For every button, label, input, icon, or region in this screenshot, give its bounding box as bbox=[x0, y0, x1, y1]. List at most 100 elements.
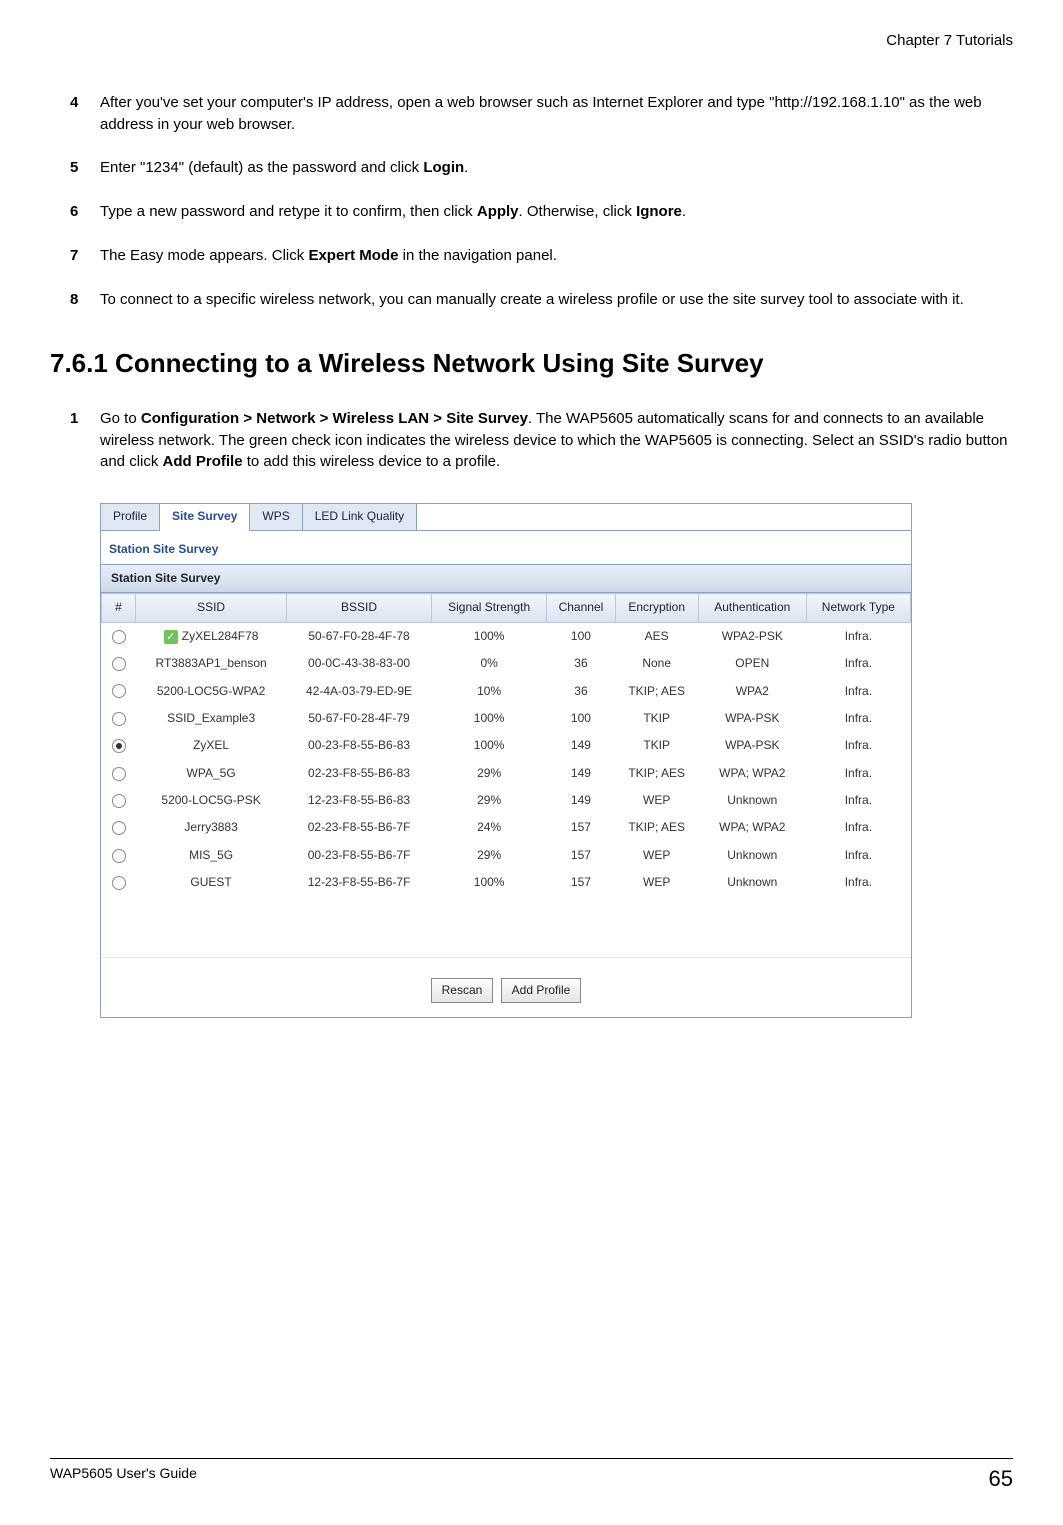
step: 5Enter "1234" (default) as the password … bbox=[50, 157, 1013, 179]
auth-cell: WPA-PSK bbox=[698, 732, 806, 759]
step-number: 8 bbox=[70, 289, 100, 311]
row-radio[interactable] bbox=[112, 821, 126, 835]
column-header: Channel bbox=[547, 594, 615, 622]
bssid-cell: 42-4A-03-79-ED-9E bbox=[287, 678, 432, 705]
panel-head: Station Site Survey bbox=[101, 564, 911, 593]
ntype-cell: Infra. bbox=[806, 732, 910, 759]
channel-cell: 157 bbox=[547, 869, 615, 896]
ntype-cell: Infra. bbox=[806, 650, 910, 677]
signal-cell: 29% bbox=[431, 760, 547, 787]
ssid-cell: 5200-LOC5G-PSK bbox=[136, 787, 287, 814]
signal-cell: 100% bbox=[431, 869, 547, 896]
ssid-cell: Jerry3883 bbox=[136, 814, 287, 841]
bssid-cell: 02-23-F8-55-B6-7F bbox=[287, 814, 432, 841]
ssid-cell: ✓ZyXEL284F78 bbox=[136, 622, 287, 650]
step: 7The Easy mode appears. Click Expert Mod… bbox=[50, 245, 1013, 267]
enc-cell: TKIP bbox=[615, 732, 698, 759]
ntype-cell: Infra. bbox=[806, 705, 910, 732]
ssid-cell: RT3883AP1_benson bbox=[136, 650, 287, 677]
bssid-cell: 02-23-F8-55-B6-83 bbox=[287, 760, 432, 787]
channel-cell: 149 bbox=[547, 760, 615, 787]
column-header: SSID bbox=[136, 594, 287, 622]
tab-profile[interactable]: Profile bbox=[101, 504, 160, 529]
add-profile-button[interactable]: Add Profile bbox=[501, 978, 582, 1003]
column-header: Network Type bbox=[806, 594, 910, 622]
auth-cell: WPA2 bbox=[698, 678, 806, 705]
step-number: 1 bbox=[70, 408, 100, 473]
ntype-cell: Infra. bbox=[806, 814, 910, 841]
row-radio[interactable] bbox=[112, 630, 126, 644]
auth-cell: Unknown bbox=[698, 869, 806, 896]
tab-led-link-quality[interactable]: LED Link Quality bbox=[303, 504, 417, 529]
enc-cell: None bbox=[615, 650, 698, 677]
ntype-cell: Infra. bbox=[806, 760, 910, 787]
ntype-cell: Infra. bbox=[806, 842, 910, 869]
column-header: Encryption bbox=[615, 594, 698, 622]
auth-cell: WPA-PSK bbox=[698, 705, 806, 732]
channel-cell: 149 bbox=[547, 787, 615, 814]
signal-cell: 100% bbox=[431, 732, 547, 759]
ntype-cell: Infra. bbox=[806, 869, 910, 896]
step-text: Type a new password and retype it to con… bbox=[100, 201, 1013, 223]
table-row: ✓ZyXEL284F7850-67-F0-28-4F-78100%100AESW… bbox=[102, 622, 911, 650]
step-number: 6 bbox=[70, 201, 100, 223]
bssid-cell: 12-23-F8-55-B6-83 bbox=[287, 787, 432, 814]
ssid-cell: GUEST bbox=[136, 869, 287, 896]
auth-cell: WPA2-PSK bbox=[698, 622, 806, 650]
row-radio[interactable] bbox=[112, 712, 126, 726]
enc-cell: TKIP; AES bbox=[615, 814, 698, 841]
ntype-cell: Infra. bbox=[806, 678, 910, 705]
row-radio[interactable] bbox=[112, 739, 126, 753]
chapter-header: Chapter 7 Tutorials bbox=[50, 30, 1013, 52]
row-radio[interactable] bbox=[112, 849, 126, 863]
bssid-cell: 00-0C-43-38-83-00 bbox=[287, 650, 432, 677]
ntype-cell: Infra. bbox=[806, 787, 910, 814]
auth-cell: WPA; WPA2 bbox=[698, 814, 806, 841]
signal-cell: 29% bbox=[431, 787, 547, 814]
channel-cell: 157 bbox=[547, 814, 615, 841]
ssid-cell: MIS_5G bbox=[136, 842, 287, 869]
tab-site-survey[interactable]: Site Survey bbox=[160, 504, 250, 530]
table-row: MIS_5G00-23-F8-55-B6-7F29%157WEPUnknownI… bbox=[102, 842, 911, 869]
step-text: To connect to a specific wireless networ… bbox=[100, 289, 1013, 311]
signal-cell: 24% bbox=[431, 814, 547, 841]
bssid-cell: 00-23-F8-55-B6-83 bbox=[287, 732, 432, 759]
signal-cell: 10% bbox=[431, 678, 547, 705]
enc-cell: WEP bbox=[615, 842, 698, 869]
connected-check-icon: ✓ bbox=[164, 630, 178, 644]
column-header: Authentication bbox=[698, 594, 806, 622]
rescan-button[interactable]: Rescan bbox=[431, 978, 494, 1003]
ssid-cell: 5200-LOC5G-WPA2 bbox=[136, 678, 287, 705]
channel-cell: 36 bbox=[547, 650, 615, 677]
step: 4After you've set your computer's IP add… bbox=[50, 92, 1013, 136]
signal-cell: 29% bbox=[431, 842, 547, 869]
table-row: 5200-LOC5G-PSK12-23-F8-55-B6-8329%149WEP… bbox=[102, 787, 911, 814]
table-row: RT3883AP1_benson00-0C-43-38-83-000%36Non… bbox=[102, 650, 911, 677]
tab-wps[interactable]: WPS bbox=[250, 504, 302, 529]
auth-cell: Unknown bbox=[698, 787, 806, 814]
signal-cell: 0% bbox=[431, 650, 547, 677]
channel-cell: 100 bbox=[547, 622, 615, 650]
row-radio[interactable] bbox=[112, 794, 126, 808]
row-radio[interactable] bbox=[112, 657, 126, 671]
row-radio[interactable] bbox=[112, 876, 126, 890]
step-text: Enter "1234" (default) as the password a… bbox=[100, 157, 1013, 179]
column-header: Signal Strength bbox=[431, 594, 547, 622]
step: 1Go to Configuration > Network > Wireles… bbox=[50, 408, 1013, 473]
step-number: 4 bbox=[70, 92, 100, 136]
column-header: BSSID bbox=[287, 594, 432, 622]
step-number: 7 bbox=[70, 245, 100, 267]
step: 6Type a new password and retype it to co… bbox=[50, 201, 1013, 223]
step: 8To connect to a specific wireless netwo… bbox=[50, 289, 1013, 311]
table-row: WPA_5G02-23-F8-55-B6-8329%149TKIP; AESWP… bbox=[102, 760, 911, 787]
row-radio[interactable] bbox=[112, 684, 126, 698]
page-number: 65 bbox=[989, 1463, 1013, 1495]
table-row: ZyXEL00-23-F8-55-B6-83100%149TKIPWPA-PSK… bbox=[102, 732, 911, 759]
auth-cell: WPA; WPA2 bbox=[698, 760, 806, 787]
channel-cell: 100 bbox=[547, 705, 615, 732]
section-title: Station Site Survey bbox=[101, 531, 911, 564]
row-radio[interactable] bbox=[112, 767, 126, 781]
table-row: SSID_Example350-67-F0-28-4F-79100%100TKI… bbox=[102, 705, 911, 732]
auth-cell: Unknown bbox=[698, 842, 806, 869]
auth-cell: OPEN bbox=[698, 650, 806, 677]
